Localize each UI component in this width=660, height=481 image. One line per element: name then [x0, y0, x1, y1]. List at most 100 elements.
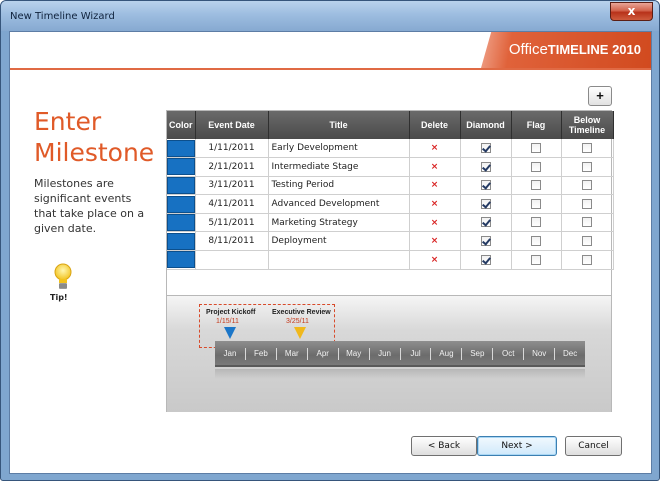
flag-checkbox[interactable]	[531, 180, 541, 191]
col-header-color[interactable]: Color	[167, 111, 196, 139]
title-cell[interactable]: Intermediate Stage	[268, 157, 410, 177]
below-checkbox[interactable]	[582, 236, 592, 247]
timeline-preview: Project Kickoff 1/15/11 Executive Review…	[166, 296, 612, 412]
delete-icon[interactable]: ×	[409, 231, 461, 252]
color-swatch[interactable]	[167, 195, 194, 213]
diamond-cell[interactable]	[460, 139, 512, 159]
diamond-checkbox[interactable]	[480, 198, 491, 209]
color-swatch[interactable]	[167, 176, 194, 194]
flag-cell[interactable]	[511, 194, 562, 214]
table-row[interactable]: 1/11/2011 Early Development ×	[167, 139, 614, 159]
below-timeline-cell[interactable]	[561, 194, 614, 214]
title-cell[interactable]: Deployment	[268, 231, 410, 252]
event-date-cell[interactable]	[195, 250, 269, 270]
below-checkbox[interactable]	[582, 254, 592, 265]
next-button[interactable]: Next >	[477, 436, 557, 456]
color-cell[interactable]	[167, 157, 196, 177]
below-timeline-cell[interactable]	[561, 213, 614, 233]
tip-label[interactable]: Tip!	[50, 293, 68, 302]
below-checkbox[interactable]	[582, 142, 592, 153]
title-bar[interactable]: New Timeline Wizard x	[1, 1, 659, 31]
back-button[interactable]: < Back	[411, 436, 477, 456]
color-cell[interactable]	[167, 231, 196, 252]
col-header-title[interactable]: Title	[268, 111, 410, 139]
color-swatch[interactable]	[167, 214, 194, 231]
diamond-cell[interactable]	[460, 231, 512, 252]
below-timeline-cell[interactable]	[561, 157, 614, 177]
col-header-diamond[interactable]: Diamond	[460, 111, 512, 139]
color-swatch[interactable]	[167, 158, 194, 176]
color-swatch[interactable]	[167, 232, 194, 250]
table-row[interactable]: 8/11/2011 Deployment ×	[167, 231, 614, 252]
below-checkbox[interactable]	[582, 161, 592, 172]
delete-icon[interactable]: ×	[409, 250, 461, 270]
table-row[interactable]: 2/11/2011 Intermediate Stage ×	[167, 157, 614, 177]
table-row[interactable]: 3/11/2011 Testing Period ×	[167, 176, 614, 196]
table-row[interactable]: 4/11/2011 Advanced Development ×	[167, 194, 614, 214]
diamond-checkbox[interactable]	[480, 180, 491, 191]
title-cell[interactable]: Testing Period	[268, 176, 410, 196]
flag-cell[interactable]	[511, 157, 562, 177]
diamond-checkbox[interactable]	[480, 254, 491, 265]
color-swatch[interactable]	[167, 139, 194, 157]
color-cell[interactable]	[167, 139, 196, 159]
flag-cell[interactable]	[511, 250, 562, 270]
col-header-event-date[interactable]: Event Date	[195, 111, 269, 139]
event-date-cell[interactable]: 1/11/2011	[195, 139, 269, 159]
col-header-flag[interactable]: Flag	[511, 111, 562, 139]
event-date-cell[interactable]: 3/11/2011	[195, 176, 269, 196]
diamond-cell[interactable]	[460, 213, 512, 233]
event-date-cell[interactable]: 4/11/2011	[195, 194, 269, 214]
below-checkbox[interactable]	[582, 217, 592, 228]
lightbulb-icon[interactable]	[52, 262, 74, 292]
flag-checkbox[interactable]	[531, 236, 541, 247]
delete-icon[interactable]: ×	[409, 139, 461, 159]
col-header-below-timeline[interactable]: Below Timeline	[561, 111, 614, 139]
diamond-checkbox[interactable]	[480, 142, 491, 153]
event-date-cell[interactable]: 8/11/2011	[195, 231, 269, 252]
add-milestone-button[interactable]: +	[588, 86, 612, 106]
diamond-checkbox[interactable]	[480, 161, 491, 172]
title-cell[interactable]: Marketing Strategy	[268, 213, 410, 233]
diamond-checkbox[interactable]	[480, 236, 491, 247]
color-cell[interactable]	[167, 194, 196, 214]
color-cell[interactable]	[167, 213, 196, 233]
flag-cell[interactable]	[511, 176, 562, 196]
title-cell[interactable]: Advanced Development	[268, 194, 410, 214]
diamond-cell[interactable]	[460, 250, 512, 270]
below-timeline-cell[interactable]	[561, 231, 614, 252]
delete-icon[interactable]: ×	[409, 194, 461, 214]
flag-checkbox[interactable]	[531, 198, 541, 209]
event-date-cell[interactable]: 2/11/2011	[195, 157, 269, 177]
delete-icon[interactable]: ×	[409, 176, 461, 196]
color-cell[interactable]	[167, 250, 196, 270]
diamond-cell[interactable]	[460, 194, 512, 214]
title-cell[interactable]: Early Development	[268, 139, 410, 159]
flag-cell[interactable]	[511, 213, 562, 233]
flag-checkbox[interactable]	[531, 217, 541, 228]
flag-cell[interactable]	[511, 139, 562, 159]
close-button[interactable]: x	[610, 2, 653, 21]
cancel-button[interactable]: Cancel	[565, 436, 622, 456]
below-checkbox[interactable]	[582, 180, 592, 191]
flag-checkbox[interactable]	[531, 161, 541, 172]
event-date-cell[interactable]: 5/11/2011	[195, 213, 269, 233]
flag-cell[interactable]	[511, 231, 562, 252]
diamond-cell[interactable]	[460, 176, 512, 196]
color-swatch[interactable]	[167, 251, 194, 269]
diamond-checkbox[interactable]	[480, 217, 491, 228]
color-cell[interactable]	[167, 176, 196, 196]
flag-checkbox[interactable]	[531, 142, 541, 153]
table-row[interactable]: ×	[167, 250, 614, 270]
below-timeline-cell[interactable]	[561, 250, 614, 270]
col-header-delete[interactable]: Delete	[409, 111, 461, 139]
delete-icon[interactable]: ×	[409, 157, 461, 177]
table-row[interactable]: 5/11/2011 Marketing Strategy ×	[167, 213, 614, 233]
below-checkbox[interactable]	[582, 198, 592, 209]
diamond-cell[interactable]	[460, 157, 512, 177]
below-timeline-cell[interactable]	[561, 139, 614, 159]
below-timeline-cell[interactable]	[561, 176, 614, 196]
title-cell[interactable]	[268, 250, 410, 270]
flag-checkbox[interactable]	[531, 254, 541, 265]
delete-icon[interactable]: ×	[409, 213, 461, 233]
